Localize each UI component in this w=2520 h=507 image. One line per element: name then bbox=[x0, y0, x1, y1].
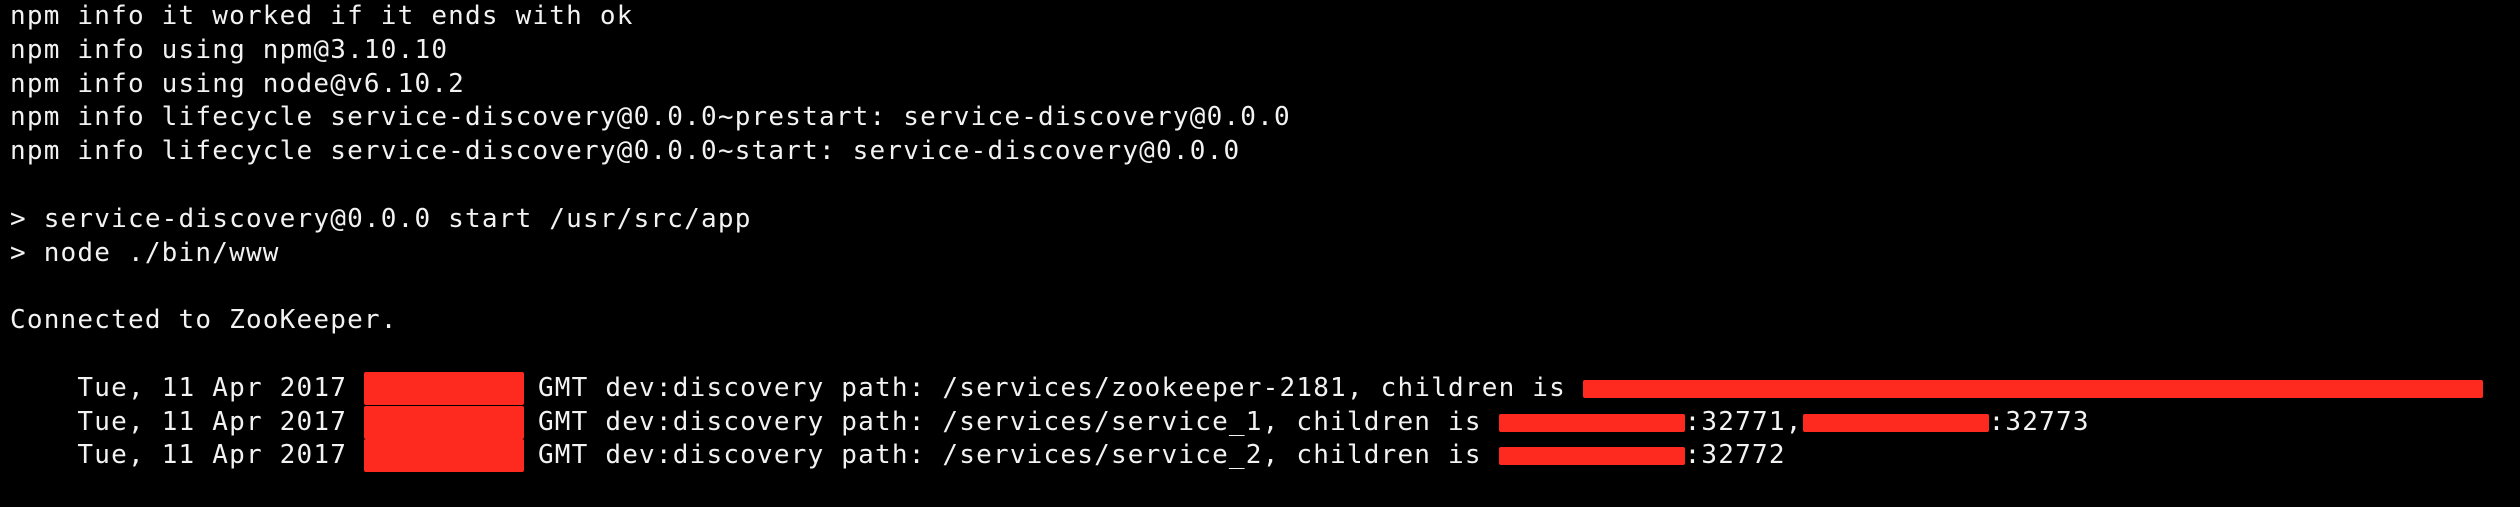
terminal-output[interactable]: npm info it worked if it ends with ok np… bbox=[10, 0, 2510, 473]
terminal-line: npm info lifecycle service-discovery@0.0… bbox=[10, 102, 1291, 133]
redacted-time bbox=[363, 439, 524, 473]
terminal-line: npm info using node@v6.10.2 bbox=[10, 68, 466, 99]
log-line-zookeeper: Tue, 11 Apr 2017 GMT dev:discovery path:… bbox=[10, 338, 2510, 405]
log-line-service-2: Tue, 11 Apr 2017 GMT dev:discovery path:… bbox=[10, 406, 2510, 473]
terminal-line: npm info using npm@3.10.10 bbox=[10, 34, 449, 65]
redacted-ip bbox=[1498, 447, 1685, 466]
terminal-line: npm info lifecycle service-discovery@0.0… bbox=[10, 136, 1241, 167]
port-value: :32772 bbox=[1684, 440, 1786, 471]
log-message: GMT dev:discovery path: /services/servic… bbox=[537, 440, 1499, 471]
terminal-line: > node ./bin/www bbox=[10, 237, 280, 268]
log-date: Tue, 11 Apr 2017 bbox=[77, 440, 364, 471]
terminal-line: npm info it worked if it ends with ok bbox=[10, 1, 634, 31]
terminal-line: > service-discovery@0.0.0 start /usr/src… bbox=[10, 203, 752, 234]
terminal-line: Connected to ZooKeeper. bbox=[10, 305, 398, 336]
log-line-service-1: Tue, 11 Apr 2017 GMT dev:discovery path:… bbox=[10, 372, 2510, 439]
